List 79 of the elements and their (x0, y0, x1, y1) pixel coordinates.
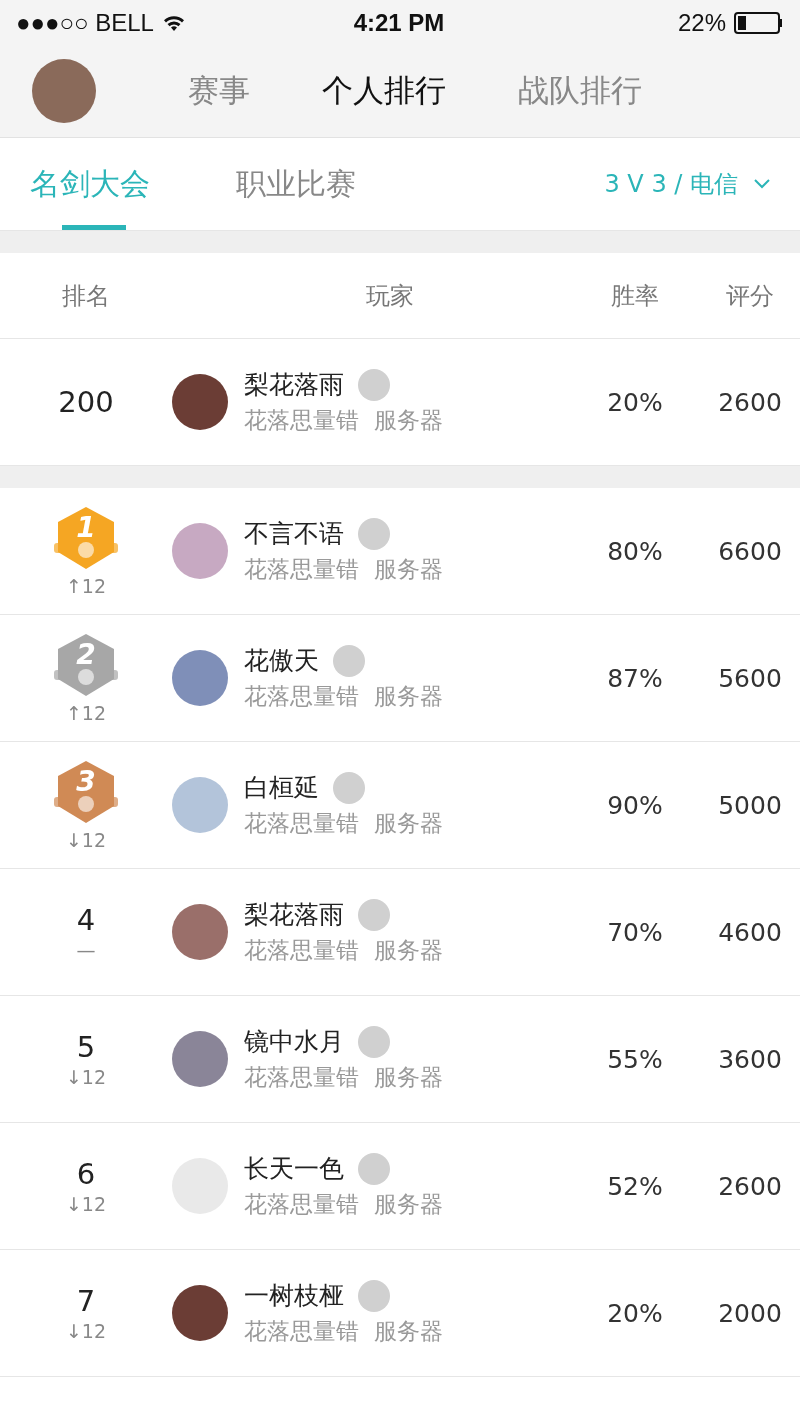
score: 2600 (717, 387, 783, 417)
player-name: 不言不语 (244, 518, 344, 550)
nav-tab[interactable]: 个人排行 (322, 70, 446, 112)
status-dot-icon (358, 1279, 390, 1312)
player-name: 白桓延 (244, 772, 319, 804)
rank-number: 5 (76, 1030, 96, 1064)
rank-change: ↑12 (65, 575, 107, 597)
status-dot-icon (358, 1152, 390, 1185)
player-name: 花傲天 (244, 645, 319, 677)
avatar-placeholder (172, 904, 228, 960)
rank-number: 200 (58, 385, 114, 419)
status-dot-icon (333, 771, 365, 804)
status-dot-icon (358, 517, 390, 550)
rank-change: — (76, 939, 96, 961)
status-dot-icon (358, 368, 390, 401)
score: 2000 (717, 1298, 783, 1328)
win-rate: 70% (606, 917, 664, 947)
battery-percent: 22% (677, 8, 726, 37)
rank-change: ↓12 (65, 1193, 107, 1215)
score: 6600 (717, 536, 783, 566)
status-dot-icon (333, 644, 365, 677)
server-name: 花落思量错 服务器 (244, 1317, 443, 1346)
player-name: 镜中水月 (244, 1026, 344, 1058)
nav-tab[interactable]: 战队排行 (518, 70, 642, 112)
win-rate: 20% (606, 387, 664, 417)
column-header: 排名 (61, 280, 111, 312)
rank-change: ↓12 (65, 1066, 107, 1088)
score: 4600 (717, 917, 783, 947)
win-rate: 87% (606, 663, 664, 693)
carrier-signal: ●●●○○ BELL (16, 8, 154, 37)
avatar-placeholder (172, 523, 228, 579)
server-name: 花落思量错 服务器 (244, 1190, 443, 1219)
nav-tab[interactable]: 赛事 (188, 70, 250, 112)
status-dot-icon (358, 898, 390, 931)
player-name: 一树枝桠 (244, 1280, 344, 1312)
avatar-placeholder (172, 1031, 228, 1087)
avatar-placeholder (172, 1285, 228, 1341)
win-rate: 20% (606, 1298, 664, 1328)
clock-time: 4:21 PM (353, 8, 445, 37)
battery-icon (734, 11, 782, 34)
server-name: 花落思量错 服务器 (244, 809, 443, 838)
rank-number: 6 (76, 1157, 96, 1191)
server-name: 花落思量错 服务器 (244, 1063, 443, 1092)
win-rate: 90% (606, 790, 664, 820)
win-rate: 80% (606, 536, 664, 566)
sub-tab[interactable]: 名剑大会 (30, 138, 150, 230)
avatar-placeholder (172, 777, 228, 833)
status-dot-icon (358, 1025, 390, 1058)
win-rate: 52% (606, 1171, 664, 1201)
tab-underline (62, 225, 126, 230)
avatar-placeholder (172, 374, 228, 430)
wifi-icon (161, 13, 186, 32)
win-rate: 55% (606, 1044, 664, 1074)
rank-number: 7 (76, 1284, 96, 1318)
chevron-down-icon (754, 179, 770, 189)
column-header: 评分 (725, 280, 775, 312)
player-name: 梨花落雨 (244, 899, 344, 931)
player-name: 梨花落雨 (244, 369, 344, 401)
sub-tab[interactable]: 职业比赛 (236, 138, 356, 230)
rank-change: ↑12 (65, 702, 107, 724)
score: 5000 (717, 790, 783, 820)
mode-dropdown[interactable]: 3 V 3 / 电信 (604, 138, 770, 230)
server-name: 花落思量错 服务器 (244, 555, 443, 584)
score: 2600 (717, 1171, 783, 1201)
column-header: 玩家 (365, 280, 415, 312)
rank-number: 4 (76, 903, 96, 937)
column-header: 胜率 (610, 280, 660, 312)
player-name: 长天一色 (244, 1153, 344, 1185)
server-name: 花落思量错 服务器 (244, 682, 443, 711)
server-name: 花落思量错 服务器 (244, 406, 443, 435)
rank-number: 1 (75, 511, 97, 544)
rank-change: ↓12 (65, 1320, 107, 1342)
server-name: 花落思量错 服务器 (244, 936, 443, 965)
avatar-placeholder (172, 650, 228, 706)
score: 3600 (717, 1044, 783, 1074)
score: 5600 (717, 663, 783, 693)
rank-number: 2 (75, 638, 97, 671)
rank-number: 3 (75, 765, 97, 798)
rank-change: ↓12 (65, 829, 107, 851)
